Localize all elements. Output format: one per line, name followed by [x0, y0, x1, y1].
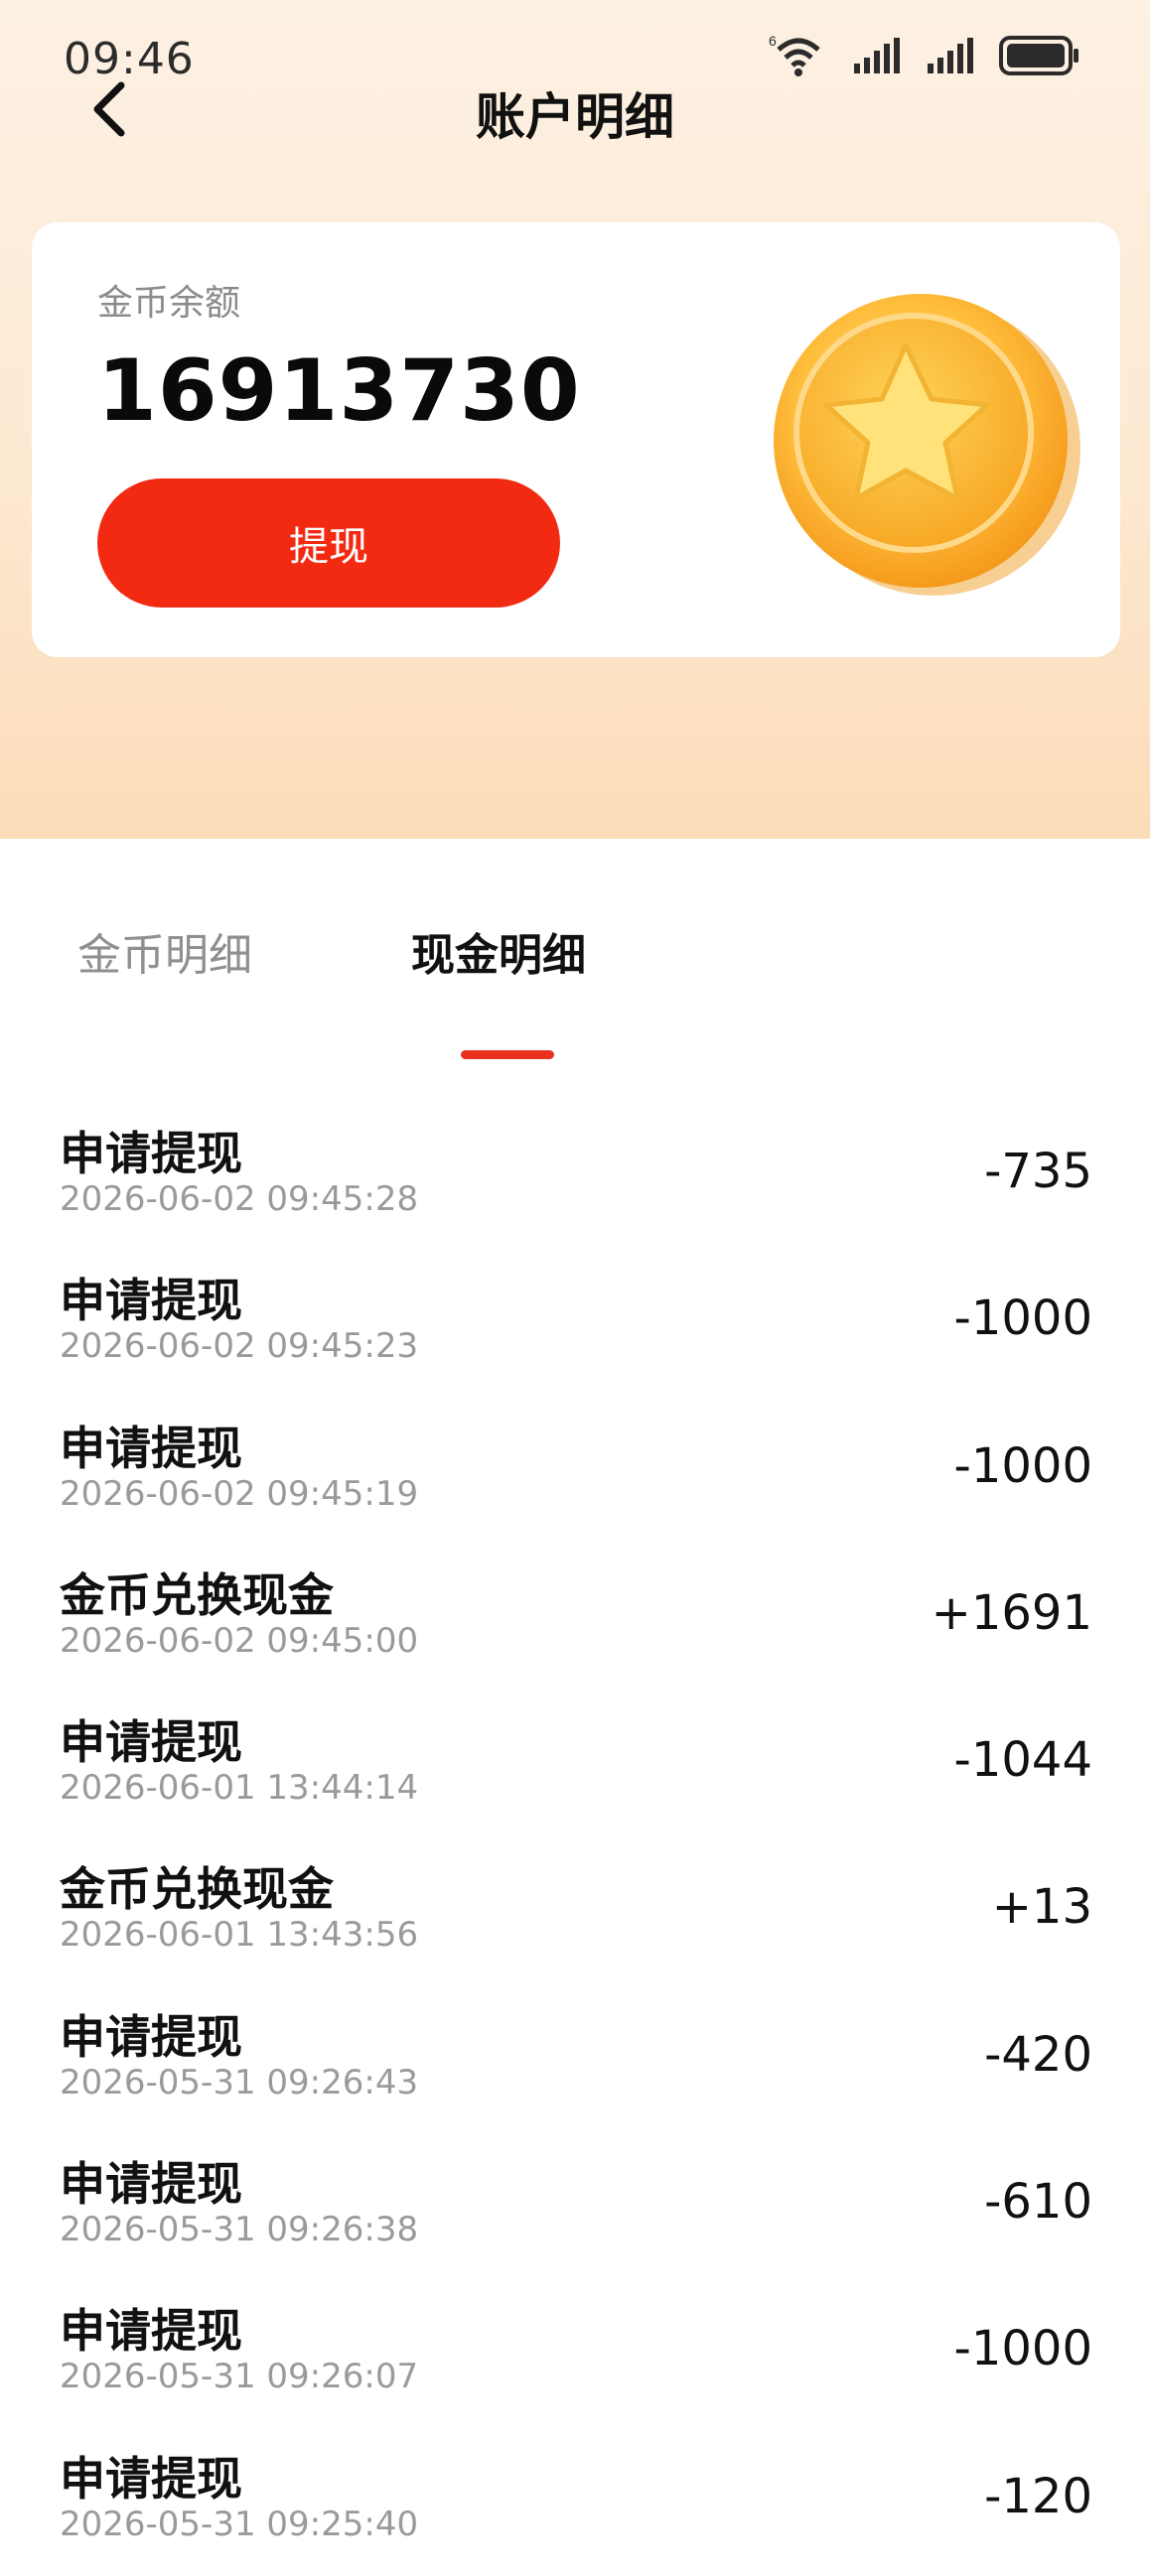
transaction-title: 申请提现 — [60, 2157, 242, 2212]
page-title: 账户明细 — [476, 88, 674, 146]
transaction-time: 2026-06-02 09:45:23 — [60, 1326, 419, 1367]
list-item[interactable]: 申请提现 2026-05-31 09:25:40 -120 — [0, 2429, 1150, 2576]
transaction-time: 2026-06-01 13:44:14 — [60, 1768, 419, 1809]
gold-star-coin — [774, 294, 1080, 596]
transaction-amount: -735 — [984, 1144, 1092, 1199]
transaction-time: 2026-05-31 09:26:38 — [60, 2210, 419, 2250]
transaction-title: 申请提现 — [60, 2009, 242, 2064]
transaction-time: 2026-06-02 09:45:00 — [60, 1620, 419, 1661]
withdraw-button[interactable]: 提现 — [97, 478, 560, 608]
transaction-time: 2026-05-31 09:26:07 — [60, 2357, 419, 2397]
balance-card: 金币余额 16913730 提现 — [32, 222, 1120, 657]
list-item[interactable]: 申请提现 2026-05-31 09:26:43 -420 — [0, 1987, 1150, 2134]
tabs: 金币明细 现金明细 — [0, 893, 1150, 1072]
list-item[interactable]: 金币兑换现金 2026-06-01 13:43:56 +13 — [0, 1839, 1150, 1986]
transaction-amount: -1000 — [953, 2321, 1092, 2377]
transaction-amount: -120 — [984, 2468, 1092, 2524]
signal-icon-2 — [928, 38, 973, 73]
transaction-title: 申请提现 — [60, 2304, 242, 2359]
list-item[interactable]: 申请提现 2026-05-31 09:26:07 -1000 — [0, 2281, 1150, 2428]
transaction-amount: -1000 — [953, 1290, 1092, 1347]
list-item[interactable]: 申请提现 2026-06-02 09:45:23 -1000 — [0, 1251, 1150, 1398]
tab-coin-detail[interactable]: 金币明细 — [77, 919, 252, 983]
balance-label: 金币余额 — [97, 283, 241, 324]
list-item[interactable]: 申请提现 2026-05-31 09:26:38 -610 — [0, 2134, 1150, 2281]
transaction-title: 申请提现 — [60, 1127, 242, 1180]
list-item[interactable]: 申请提现 2026-06-02 09:45:19 -1000 — [0, 1399, 1150, 1546]
transaction-amount: -610 — [984, 2174, 1092, 2231]
list-item[interactable]: 申请提现 2026-06-01 13:44:14 -1044 — [0, 1693, 1150, 1839]
transaction-time: 2026-06-02 09:45:28 — [60, 1179, 419, 1219]
list-item[interactable]: 申请提现 2026-06-02 09:45:28 -735 — [0, 1104, 1150, 1251]
nav-bar: 账户明细 — [0, 69, 1150, 149]
transaction-amount: +1691 — [931, 1584, 1092, 1641]
signal-icon — [854, 38, 900, 73]
transaction-list: 申请提现 2026-06-02 09:45:28 -735 申请提现 2026-… — [0, 1104, 1150, 2576]
transaction-amount: +13 — [991, 1879, 1092, 1936]
transaction-title: 申请提现 — [60, 1274, 242, 1328]
transaction-title: 申请提现 — [60, 1421, 242, 1475]
transaction-time: 2026-06-01 13:43:56 — [60, 1915, 419, 1956]
network-badge: 6 — [769, 34, 777, 49]
transaction-amount: -1000 — [953, 1437, 1092, 1494]
transaction-amount: -1044 — [953, 1732, 1092, 1789]
transaction-amount: -420 — [984, 2026, 1092, 2083]
transaction-title: 申请提现 — [60, 1715, 242, 1770]
transaction-time: 2026-05-31 09:26:43 — [60, 2062, 419, 2102]
transaction-title: 金币兑换现金 — [60, 1567, 334, 1622]
transaction-title: 金币兑换现金 — [60, 1862, 334, 1917]
tab-cash-detail[interactable]: 现金明细 — [411, 919, 586, 983]
balance-value: 16913730 — [97, 341, 581, 441]
transaction-time: 2026-05-31 09:25:40 — [60, 2504, 419, 2544]
list-item[interactable]: 金币兑换现金 2026-06-02 09:45:00 +1691 — [0, 1546, 1150, 1693]
tab-active-indicator — [461, 1050, 554, 1059]
transaction-title: 申请提现 — [60, 2451, 242, 2506]
transaction-time: 2026-06-02 09:45:19 — [60, 1473, 419, 1514]
